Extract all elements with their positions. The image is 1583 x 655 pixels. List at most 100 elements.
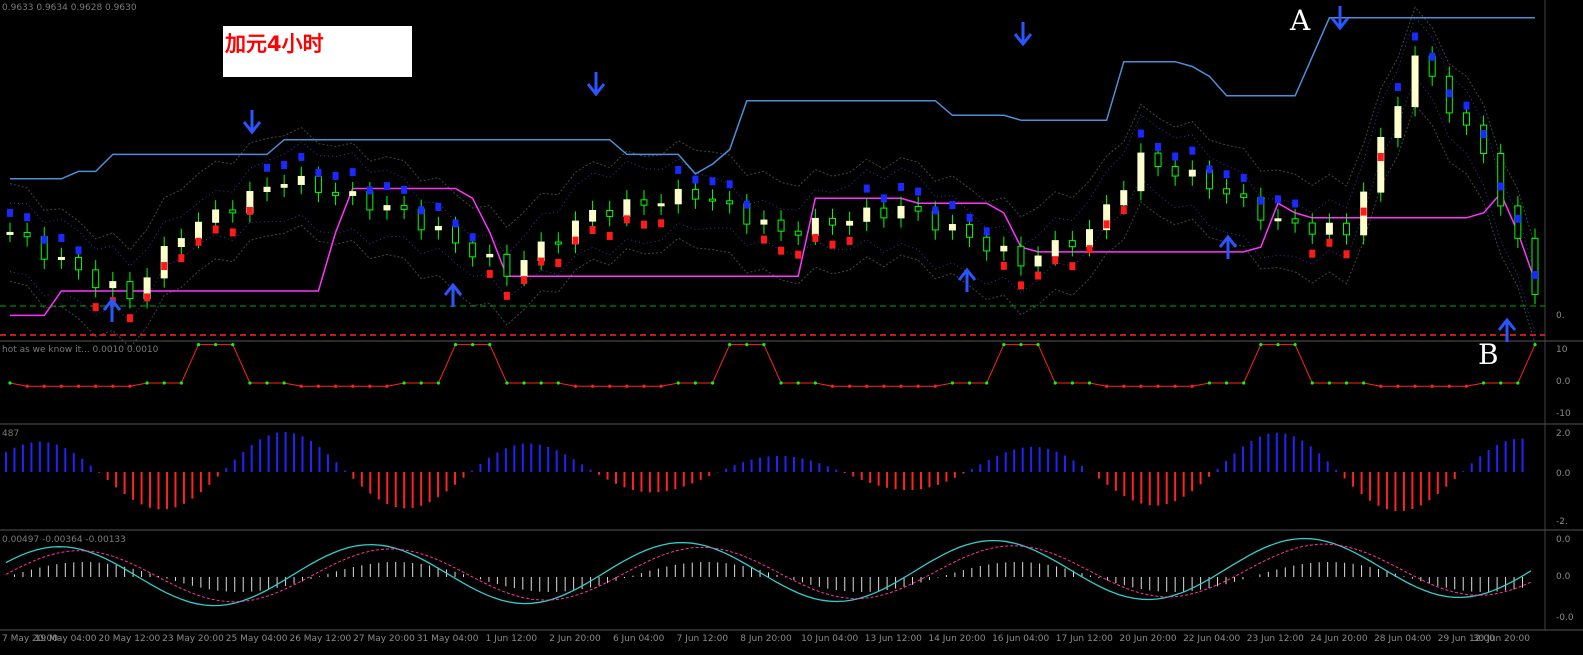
candle-body	[846, 220, 854, 226]
sar-marker	[366, 186, 373, 195]
sar-marker	[675, 165, 682, 174]
indicator1-dot	[1413, 384, 1417, 388]
candle-body	[828, 217, 836, 226]
sar-marker	[264, 163, 271, 172]
indicator1-dot	[1516, 381, 1520, 385]
sar-marker	[932, 206, 939, 215]
candle-body	[794, 230, 802, 236]
indicator1-dot	[488, 343, 492, 347]
sar-marker	[1480, 129, 1487, 138]
price-chart[interactable]: 0.9633 0.9634 0.9628 0.9630 hot as we kno…	[0, 0, 1583, 655]
indicator1-dot	[1207, 381, 1212, 385]
candle-body	[263, 186, 271, 192]
indicator1-dot	[1481, 381, 1486, 385]
time-axis-label: 31 May 04:00	[417, 634, 479, 644]
candle-body	[1000, 245, 1008, 252]
time-axis-label: 24 Jun 20:00	[1310, 634, 1367, 644]
sar-marker	[58, 233, 65, 242]
indicator1-dot	[1310, 381, 1314, 385]
candle-body	[1377, 136, 1385, 193]
indicator1-dot	[333, 384, 338, 388]
indicator1-dot	[848, 384, 852, 388]
down-arrow-icon	[1013, 22, 1033, 47]
price-header: 0.9633 0.9634 0.9628 0.9630	[2, 3, 137, 13]
candle-body	[332, 191, 340, 196]
sar-marker	[572, 236, 579, 245]
indicator1-dot	[1224, 381, 1229, 385]
time-axis-label: 30 Jun 20:00	[1473, 634, 1530, 644]
indicator1-dot	[265, 381, 269, 385]
indicator1-dot	[1105, 384, 1109, 388]
candle-body	[503, 253, 511, 277]
sar-marker	[760, 235, 767, 244]
sar-marker	[1240, 173, 1247, 182]
indicator1-dot	[865, 384, 869, 388]
time-axis-label: 20 Jun 20:00	[1119, 634, 1176, 644]
sar-marker	[1120, 206, 1127, 215]
indicator1-dot	[1156, 384, 1160, 388]
sar-marker	[880, 194, 887, 203]
indicator1-dot	[471, 343, 475, 347]
time-axis-label: 28 Jun 04:00	[1374, 634, 1431, 644]
sar-marker	[349, 168, 356, 177]
sar-marker	[161, 262, 168, 271]
indicator1-dot	[1259, 343, 1263, 347]
sar-marker	[178, 254, 185, 263]
sar-marker	[486, 269, 493, 278]
sar-marker	[1137, 129, 1144, 138]
indicator1-dot	[556, 381, 560, 385]
candle-body	[1017, 245, 1025, 267]
candle-body	[57, 256, 65, 260]
ind1-axis-bot: -10	[1556, 409, 1571, 419]
candle-body	[1325, 222, 1333, 235]
sar-marker	[1155, 143, 1162, 152]
time-axis-label: 10 Jun 04:00	[801, 634, 858, 644]
sar-marker	[246, 206, 253, 215]
sar-marker	[452, 219, 459, 228]
indicator1-dot	[111, 384, 115, 388]
time-axis-label: 8 Jun 20:00	[740, 634, 792, 644]
sar-marker	[1343, 250, 1350, 259]
indicator1-dot	[659, 384, 663, 388]
indicator1-dot	[42, 384, 46, 388]
ind3-axis-mid: 0.0	[1556, 572, 1571, 582]
sar-marker	[1223, 170, 1230, 179]
price-axis-label: 0.	[1556, 311, 1565, 321]
indicator1-dot	[985, 381, 989, 385]
indicator1-dot	[1002, 343, 1006, 347]
indicator1-dot	[1499, 381, 1503, 385]
candle-body	[674, 188, 682, 205]
time-axis-label: 22 Jun 04:00	[1183, 634, 1240, 644]
indicator1-dot	[1276, 343, 1280, 347]
indicator1-dot	[1447, 384, 1451, 388]
indicator1-dot	[316, 384, 321, 388]
sar-marker	[298, 152, 305, 161]
sar-marker	[229, 228, 236, 237]
indicator1-dot	[608, 384, 612, 388]
indicator1-dot	[590, 384, 595, 388]
sar-marker	[709, 177, 716, 186]
time-axis-label: 13 Jun 12:00	[865, 634, 922, 644]
sar-marker	[1394, 83, 1401, 92]
indicator1-dot	[899, 384, 903, 388]
candle-body	[983, 236, 991, 252]
candle-body	[1394, 106, 1402, 138]
indicator3-header: 0.00497 -0.00364 -0.00133	[2, 535, 126, 545]
sar-marker	[1035, 271, 1042, 280]
candle-body	[777, 219, 785, 232]
indicator1-dot	[967, 381, 972, 385]
sar-marker	[1309, 249, 1316, 258]
sar-marker	[778, 246, 785, 255]
candle-body	[880, 207, 888, 219]
indicator1-dot	[1087, 381, 1092, 385]
time-axis-label: 26 May 12:00	[289, 634, 351, 644]
candle-body	[109, 281, 117, 289]
sar-marker	[1497, 182, 1504, 191]
sar-marker	[829, 240, 836, 249]
indicator1-dot	[368, 384, 372, 388]
indicator1-dot	[59, 384, 64, 388]
sar-marker	[126, 314, 133, 323]
chart-window: 0.9633 0.9634 0.9628 0.9630 hot as we kno…	[0, 0, 1583, 655]
candle-body	[966, 224, 974, 238]
indicator1-dot	[436, 381, 440, 385]
